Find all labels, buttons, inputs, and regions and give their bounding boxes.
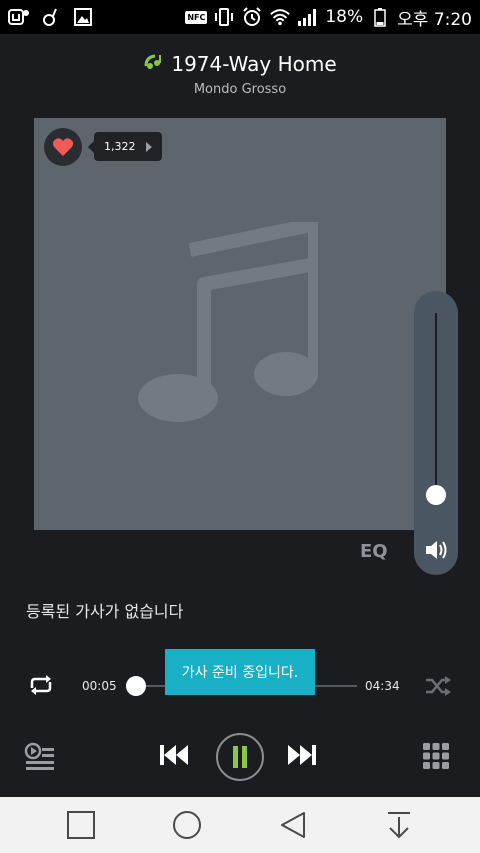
volume-track[interactable] [435,313,437,505]
like-button[interactable] [44,128,82,166]
cube-app-icon [8,6,30,28]
nfc-icon: NFC [185,10,208,24]
next-icon[interactable] [286,742,318,768]
shuffle-icon[interactable] [424,675,452,701]
like-count-button[interactable]: 1,322 [88,132,162,161]
total-time: 04:34 [365,679,400,693]
grid-menu-icon[interactable] [422,742,450,770]
toast-message: 가사 준비 중입니다. [165,649,315,695]
track-title-row: 1974-Way Home [143,52,337,76]
home-icon[interactable] [171,809,203,841]
recent-apps-icon[interactable] [65,809,97,841]
battery-icon [369,6,391,28]
signal-icon [297,6,319,28]
image-icon [72,6,94,28]
alarm-icon [241,6,263,28]
status-bar: NFC 18% 오후 7:20 [0,0,480,34]
back-icon[interactable] [277,809,309,841]
chevron-right-icon [145,141,152,152]
track-header: 1974-Way Home Mondo Grosso [0,52,480,97]
heart-icon [52,138,74,156]
speaker-icon[interactable] [424,539,450,565]
playback-controls [0,730,480,786]
battery-percent: 18% [325,7,364,27]
album-placeholder-icon [138,222,318,422]
track-title: 1974-Way Home [171,52,337,76]
wifi-icon [269,6,291,28]
previous-icon[interactable] [158,742,190,768]
current-time: 00:05 [82,679,117,693]
pause-button[interactable] [216,733,264,781]
seek-knob[interactable] [125,676,146,696]
navigation-bar [0,797,480,853]
volume-slider[interactable] [414,291,458,575]
music-note-icon [40,6,62,28]
notification-pulldown-icon[interactable] [383,809,415,841]
volume-knob[interactable] [426,485,446,506]
eq-button[interactable]: EQ [360,541,388,562]
repeat-icon[interactable] [26,674,56,700]
track-artist: Mondo Grosso [193,82,287,97]
clock: 오후 7:20 [397,9,472,30]
vibrate-icon [213,6,235,28]
lyrics-text: 등록된 가사가 없습니다 [26,602,184,621]
pause-icon [233,746,247,768]
playlist-icon[interactable] [24,742,56,770]
now-playing-icon [143,52,163,76]
like-count: 1,322 [104,140,136,153]
album-art[interactable]: 1,322 [34,118,446,530]
